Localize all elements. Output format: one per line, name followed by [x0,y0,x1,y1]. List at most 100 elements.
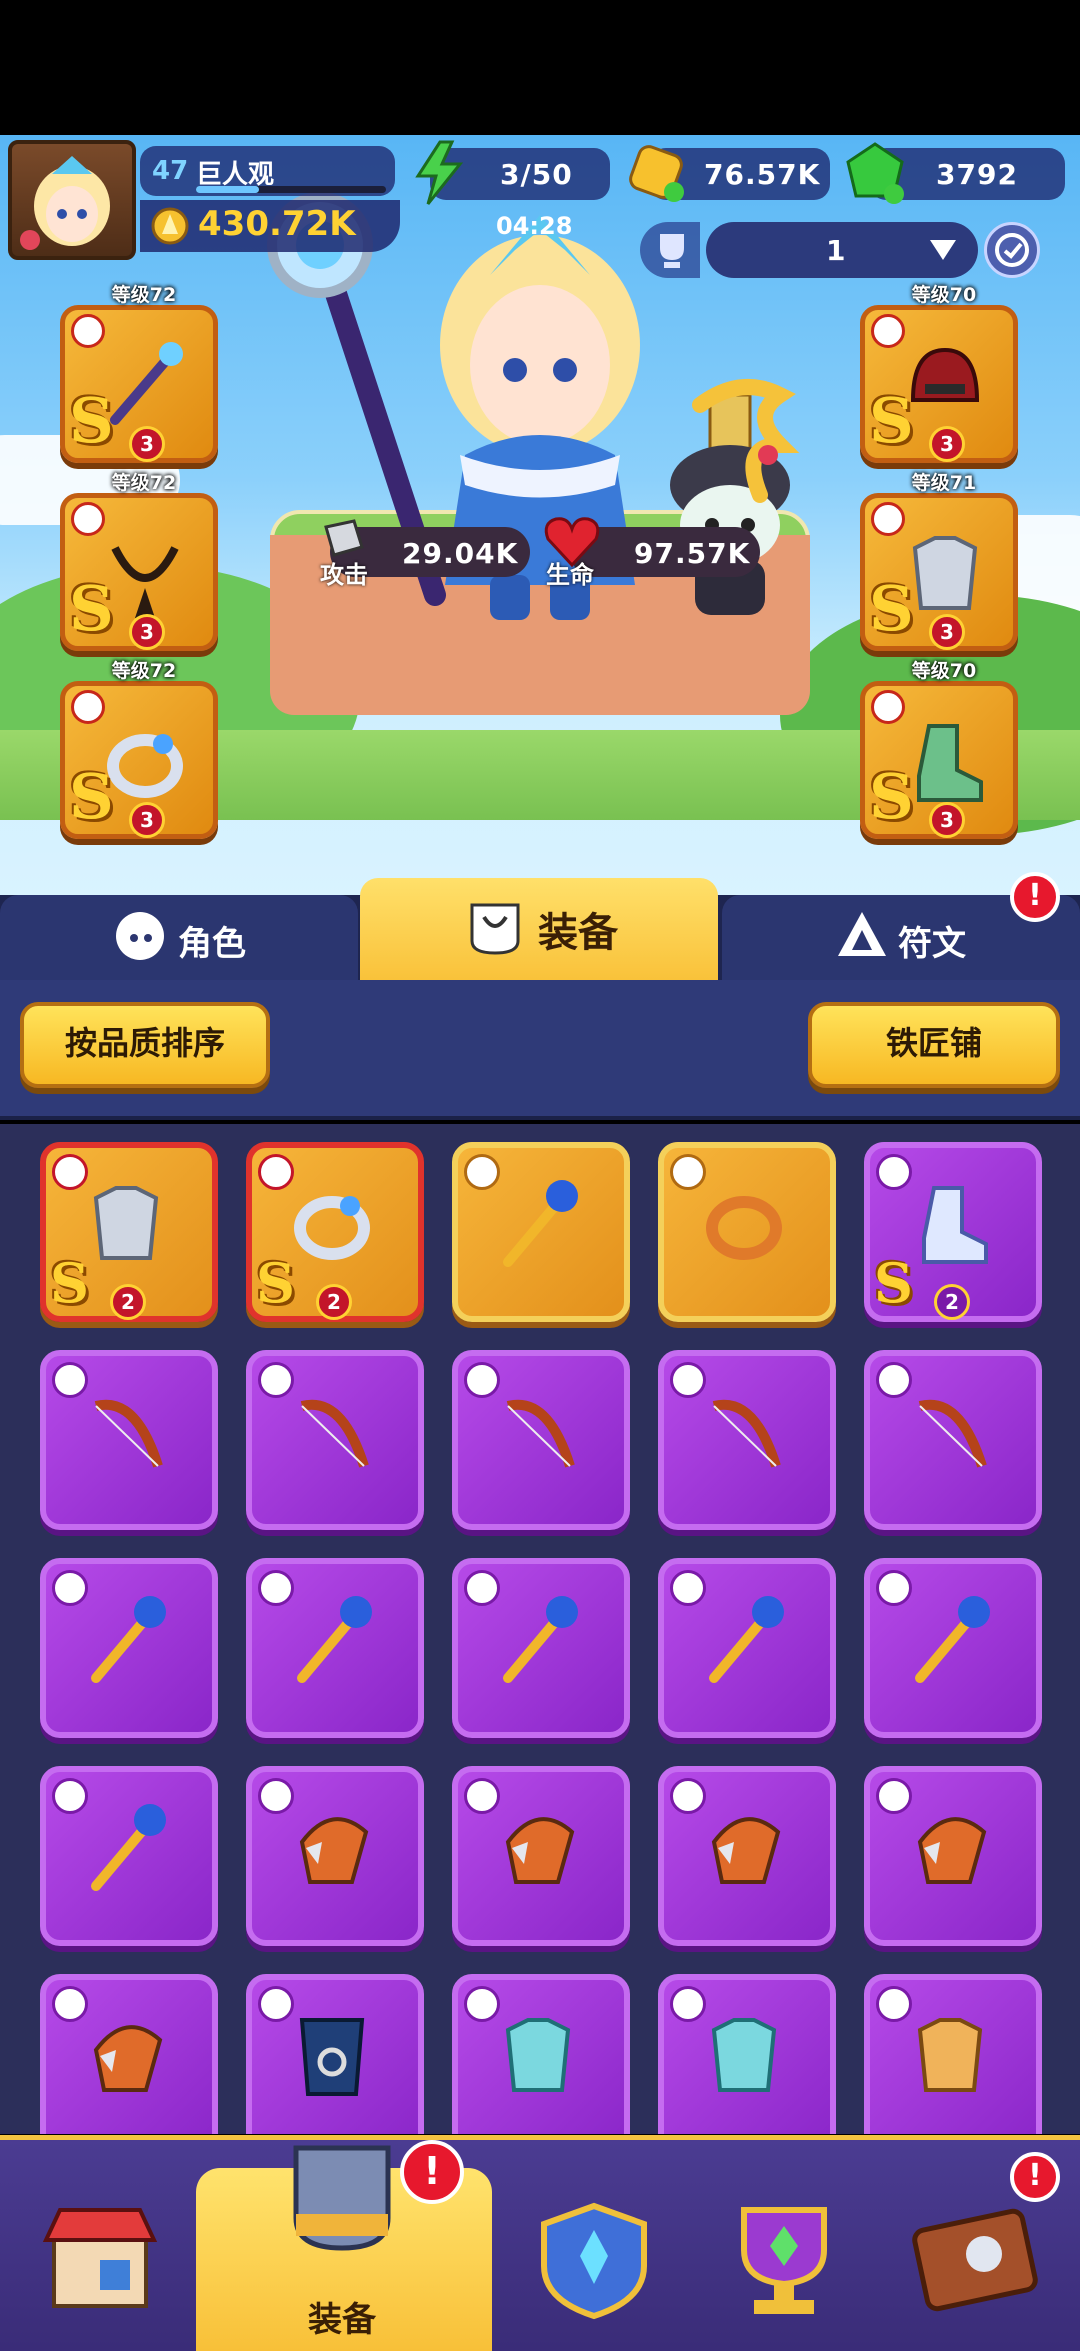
weapon-slot-icon [52,1986,88,2022]
preset-value: 1 [826,234,846,267]
armor-slot-icon [52,1154,88,1190]
armor-tab-icon [470,903,520,955]
blacksmith-button[interactable]: 铁匠铺 [808,1002,1060,1088]
gauntlet-icon [299,1817,369,1884]
player-avatar[interactable] [8,140,136,260]
inventory-item-ring[interactable]: S 2 [246,1142,424,1322]
bow-icon [506,1399,575,1468]
s-grade-badge: S [256,1251,295,1315]
weapon-slot-icon [876,1778,912,1814]
energy-value: 3/50 [500,158,573,191]
star-count-badge: 3 [129,802,165,838]
nav-map-alert: ! [1010,2152,1060,2202]
weapon-slot-icon [464,1362,500,1398]
inventory-item-bow[interactable] [40,1350,218,1530]
star-count-badge: 3 [929,614,965,650]
equipment-nav-icon [293,2145,391,2251]
weapon-slot-icon [670,1778,706,1814]
inventory-item-staff[interactable] [452,1142,630,1322]
weapon-slot-icon [464,1778,500,1814]
armor-slot-icon [871,502,905,536]
attack-value: 29.04K [402,537,519,570]
staff-icon [297,1596,372,1683]
inventory-item-armor[interactable] [658,1974,836,2134]
equipped-armor-slot[interactable]: 等级71 S 3 [860,472,1018,651]
trophy-icon [660,234,684,268]
weapon-slot-icon [258,1778,294,1814]
inventory-item-bow[interactable] [246,1350,424,1530]
bow-icon [712,1399,781,1468]
s-grade-badge: S [874,1251,913,1315]
energy-lightning-icon [415,140,464,205]
tab-equipment-label: 装备 [538,910,618,956]
equipped-weapon-slot[interactable]: 等级72 S 3 [60,284,218,463]
weapon-slot-icon [52,1362,88,1398]
sort-by-quality-button[interactable]: 按品质排序 [20,1002,270,1088]
armor-icon [917,2018,983,2092]
inventory-item-staff[interactable] [658,1558,836,1738]
inventory-item-boots[interactable]: S 2 [864,1142,1042,1322]
weapon-slot-icon [464,1154,500,1190]
player-level: 47 [152,156,189,186]
equipped-ring-slot[interactable]: 等级72 S 3 [60,660,218,839]
armor-slot-icon [464,1986,500,2022]
weapon-slot-icon [71,314,105,348]
inventory-item-bow[interactable] [452,1350,630,1530]
tab-role-label: 角色 [178,924,246,964]
weapon-slot-icon [464,1570,500,1606]
boots-icon [917,724,983,802]
inventory-item-staff[interactable] [40,1766,218,1946]
inventory-item-armor[interactable]: S 2 [40,1142,218,1322]
inventory-item-gauntlet[interactable] [246,1766,424,1946]
inventory-item-bow[interactable] [864,1350,1042,1530]
item-level: 等级71 [911,472,977,494]
inventory-item-gauntlet[interactable] [40,1974,218,2134]
bow-icon [300,1399,369,1468]
compare-button[interactable] [984,222,1040,278]
gauntlet-icon [505,1817,575,1884]
check-icon [995,233,1029,267]
equipped-necklace-slot[interactable]: 等级72 S 3 [60,472,218,651]
inventory-item-bow[interactable] [658,1350,836,1530]
armor-icon [93,1186,159,1260]
item-level: 等级72 [111,284,177,306]
armor-slot-icon [258,1986,294,2022]
inventory-item-gauntlet[interactable] [658,1766,836,1946]
equipped-helmet-slot[interactable]: 等级70 S 3 [860,284,1018,463]
inventory-item-gauntlet[interactable] [452,1766,630,1946]
s-grade-badge: S [869,572,914,645]
inventory-item-staff[interactable] [864,1558,1042,1738]
weapon-slot-icon [876,1570,912,1606]
item-level: 等级70 [911,660,977,682]
trophy-cup-icon[interactable] [724,2200,844,2320]
inventory-item-staff[interactable] [40,1558,218,1738]
inventory-item-staff[interactable] [452,1558,630,1738]
shop-icon[interactable] [40,2200,160,2310]
gauntlet-icon [93,2025,163,2092]
inventory-item-gauntlet[interactable] [864,1766,1042,1946]
inventory-item-armor[interactable] [452,1974,630,2134]
armor-icon [505,2018,571,2092]
avatar-portrait-icon [20,156,110,250]
item-level: 等级70 [911,284,977,306]
inventory-item-ring[interactable] [658,1142,836,1322]
weapon-slot-icon [52,1570,88,1606]
weapon-slot-icon [52,1778,88,1814]
guild-shield-icon[interactable] [534,2200,654,2320]
gauntlet-icon [917,1817,987,1884]
inventory-item-armor[interactable] [864,1974,1042,2134]
necklace-icon [111,546,179,618]
item-level: 等级72 [111,472,177,494]
inventory-item-cloak[interactable] [246,1974,424,2134]
rune-alert-badge: ! [1010,872,1060,922]
map-icon[interactable] [910,2200,1040,2320]
necklace-slot-icon [71,502,105,536]
inventory-item-staff[interactable] [246,1558,424,1738]
gauntlet-icon [711,1817,781,1884]
chevron-down-icon[interactable] [928,238,958,262]
staff-icon [110,342,183,425]
staff-icon [503,1596,578,1683]
equipped-boots-slot[interactable]: 等级70 S 3 [860,660,1018,839]
weapon-slot-icon [876,1362,912,1398]
floating-ornament [692,379,800,503]
